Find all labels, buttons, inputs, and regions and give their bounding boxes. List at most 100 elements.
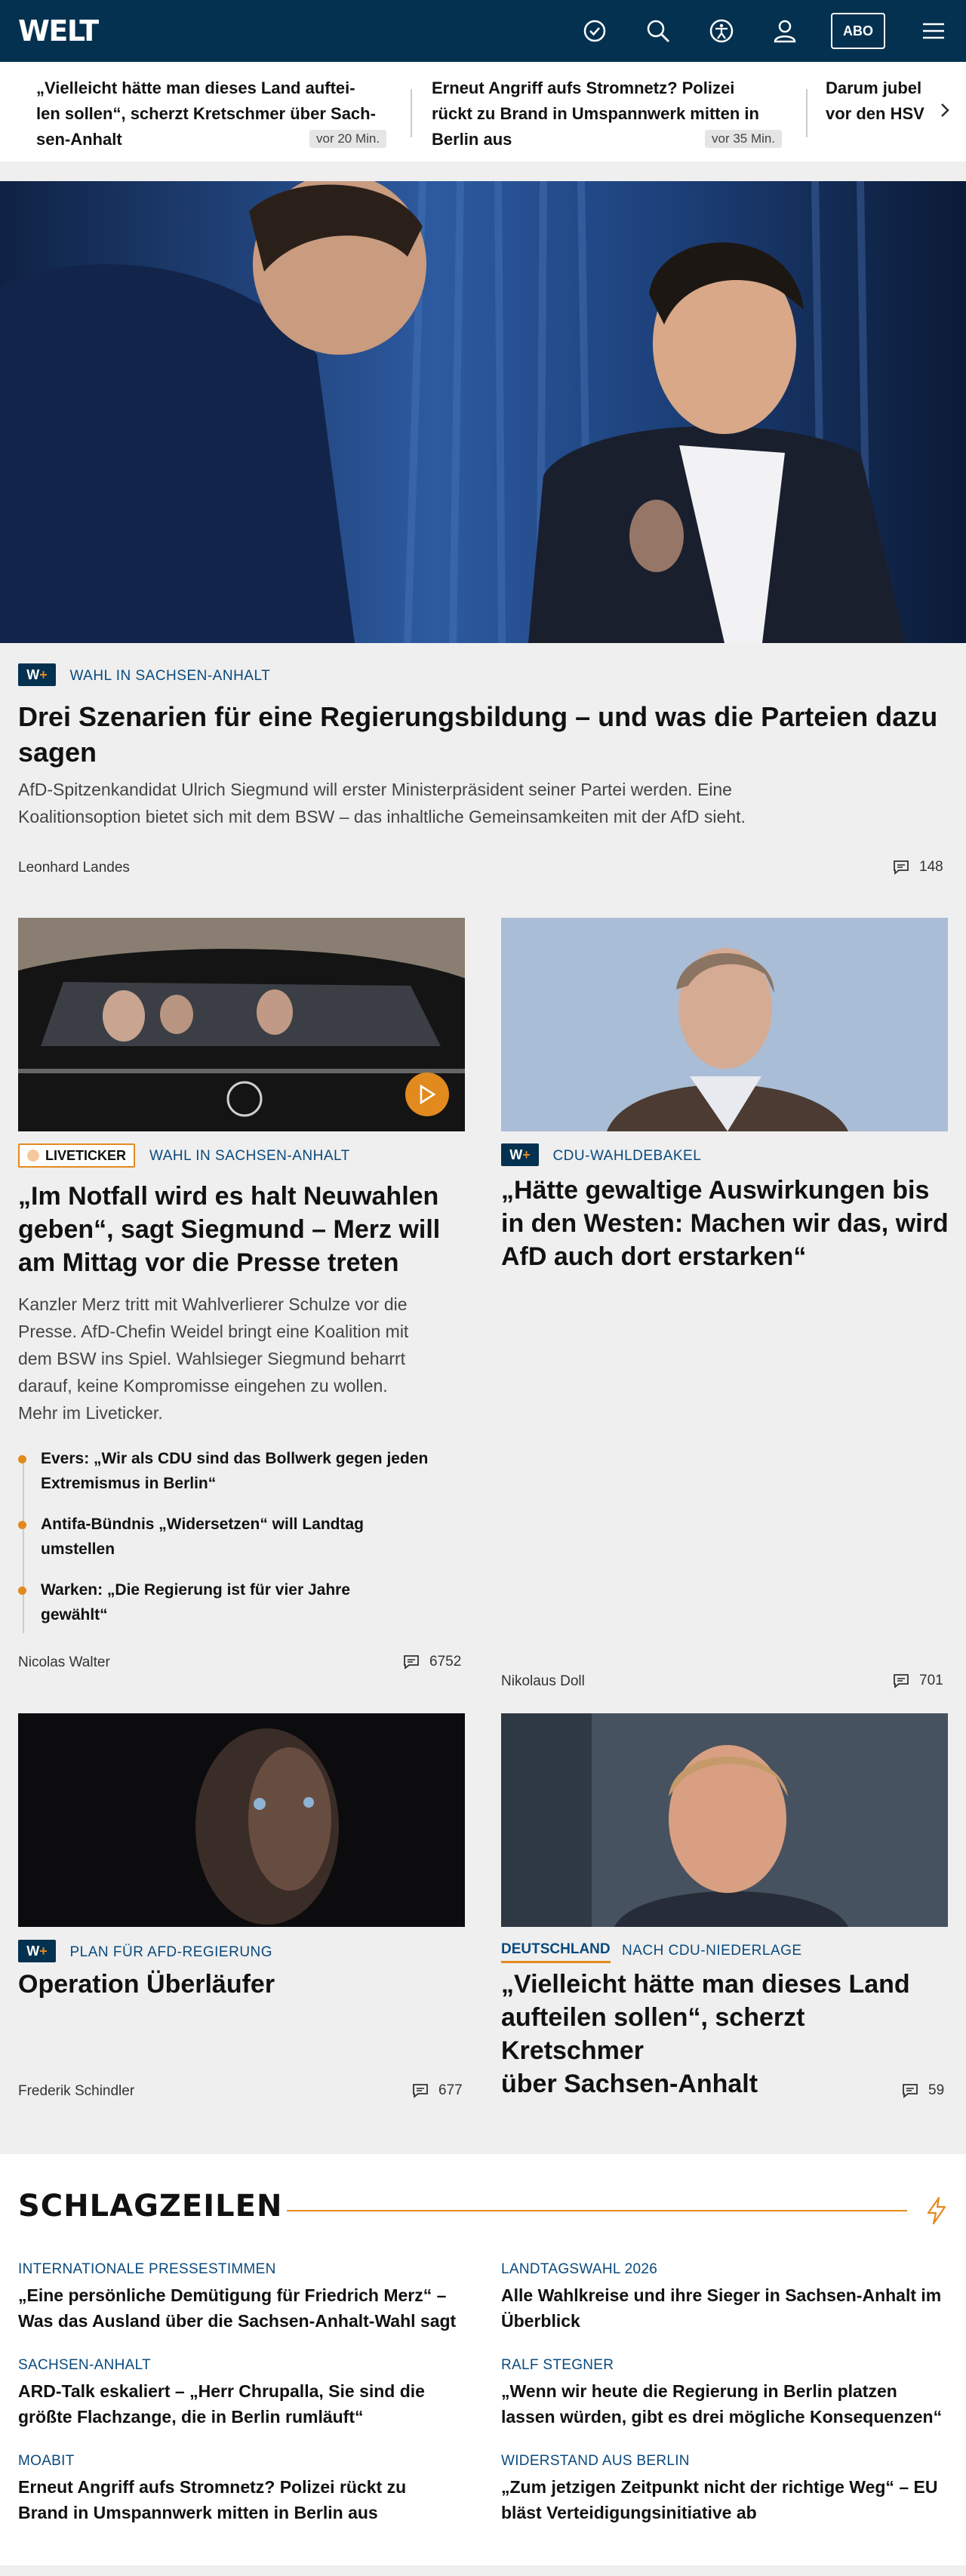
live-dot-icon	[27, 1150, 39, 1162]
card-comments[interactable]: 59	[901, 2082, 944, 2100]
ticker-line: Darum jubel	[826, 78, 922, 97]
hero-kicker-row: W+ WAHL IN SACHSEN-ANHALT	[18, 663, 270, 686]
ticker-divider	[806, 89, 808, 137]
card-kicker[interactable]: CDU-WAHLDEBAKEL	[552, 1148, 701, 1164]
headline-link[interactable]: „Wenn wir heute die Regierung in Berlin …	[501, 2378, 954, 2430]
liveticker-entry[interactable]: Evers: „Wir als CDU sind das Bollwerk ge…	[18, 1446, 471, 1496]
headline-line: „Zum jetzigen Zeitpunkt nicht der richti…	[501, 2477, 938, 2497]
headline-line: „Eine persönliche Demütigung für Friedri…	[18, 2285, 447, 2305]
card-headline[interactable]: „Hätte gewaltige Auswirkungen bis in den…	[501, 1174, 954, 1273]
comment-icon	[894, 860, 909, 875]
headline-line: am Mittag vor die Presse treten	[18, 1248, 399, 1277]
headline-link[interactable]: „Eine persönliche Demütigung für Friedri…	[18, 2282, 471, 2334]
entry-line: Antifa-Bündnis „Widersetzen“ will Landta…	[41, 1516, 364, 1533]
card-kicker[interactable]: WAHL IN SACHSEN-ANHALT	[149, 1148, 350, 1165]
comment-count: 6752	[429, 1654, 462, 1670]
play-video-icon[interactable]	[405, 1073, 449, 1116]
headline-link[interactable]: ARD-Talk eskaliert – „Herr Chrupalla, Si…	[18, 2378, 471, 2430]
headline-kicker[interactable]: RALF STEGNER	[501, 2357, 614, 2374]
card-kicker-row: W+ CDU-WAHLDEBAKEL	[501, 1143, 701, 1166]
comment-icon	[404, 1655, 419, 1670]
headline-line: geben“, sagt Siegmund – Merz will	[18, 1215, 441, 1244]
headline-line: sagen	[18, 737, 97, 768]
user-icon[interactable]	[771, 17, 799, 45]
welt-plus-badge: W+	[18, 663, 56, 686]
card-author[interactable]: Nicolas Walter	[18, 1654, 110, 1671]
hero-kicker[interactable]: WAHL IN SACHSEN-ANHALT	[69, 668, 270, 684]
headline-link[interactable]: Alle Wahlkreise und ihre Sieger in Sachs…	[501, 2282, 954, 2334]
kretschmer-article-image[interactable]	[501, 1713, 948, 1927]
liveticker-badge: LIVETICKER	[18, 1143, 136, 1168]
card-comments[interactable]: 677	[411, 2082, 463, 2100]
card-headline[interactable]: „Im Notfall wird es halt Neuwahlen geben…	[18, 1180, 471, 1279]
card-author[interactable]: Frederik Schindler	[18, 2083, 134, 2100]
news-ticker: „Vielleicht hätte man dieses Land auftei…	[0, 62, 966, 162]
section-label[interactable]: DEUTSCHLAND	[501, 1941, 611, 1963]
schlagzeilen-rule	[287, 2210, 907, 2211]
hero-image[interactable]	[0, 181, 966, 643]
site-header: WELT ABO	[0, 0, 966, 62]
comment-count: 677	[438, 2082, 463, 2098]
headline-line: größte Flachzange, die in Berlin rumläuf…	[18, 2407, 364, 2427]
search-icon[interactable]	[644, 17, 672, 45]
teaser-line: darauf, keine Kompromisse eingehen zu wo…	[18, 1376, 388, 1396]
headline-line: Alle Wahlkreise und ihre Sieger in Sachs…	[501, 2285, 942, 2305]
headline-line: ARD-Talk eskaliert – „Herr Chrupalla, Si…	[18, 2381, 425, 2401]
headline-line: über Sachsen-Anhalt	[501, 2070, 758, 2098]
hamburger-menu-icon[interactable]	[919, 17, 948, 45]
clock-check-icon[interactable]	[580, 17, 609, 45]
headline-kicker[interactable]: LANDTAGSWAHL 2026	[501, 2261, 657, 2278]
hero-author[interactable]: Leonhard Landes	[18, 860, 130, 876]
teaser-line: Kanzler Merz tritt mit Wahlverlierer Sch…	[18, 1294, 408, 1314]
liveticker-entry[interactable]: Warken: „Die Regierung ist für vier Jahr…	[18, 1577, 471, 1627]
operation-article-image[interactable]	[18, 1713, 465, 1927]
comment-icon	[903, 2084, 918, 2098]
card-teaser: Kanzler Merz tritt mit Wahlverlierer Sch…	[18, 1291, 471, 1426]
ticker-line: Erneut Angriff aufs Stromnetz? Polizei	[432, 78, 735, 97]
liveticker-image[interactable]	[18, 918, 465, 1131]
abo-button[interactable]: ABO	[831, 13, 885, 49]
card-kicker-row: W+ PLAN FÜR AFD-REGIERUNG	[18, 1940, 272, 1962]
headline-kicker[interactable]: INTERNATIONALE PRESSESTIMMEN	[18, 2261, 276, 2278]
headline-link[interactable]: Erneut Angriff aufs Stromnetz? Polizei r…	[18, 2474, 471, 2525]
card-headline[interactable]: „Vielleicht hätte man dieses Land auftei…	[501, 1968, 954, 2101]
ticker-item[interactable]: Darum jubel vor den HSV	[826, 75, 946, 127]
ticker-next-arrow-icon[interactable]	[930, 95, 960, 125]
doll-article-image[interactable]	[501, 918, 948, 1131]
hero-comments[interactable]: 148	[892, 858, 943, 876]
headline-line: „Im Notfall wird es halt Neuwahlen	[18, 1182, 439, 1211]
headline-line: AfD auch dort erstarken“	[501, 1242, 807, 1271]
welt-plus-badge: W+	[18, 1940, 56, 1962]
card-headline[interactable]: Operation Überläufer	[18, 1968, 471, 2001]
headline-line: in den Westen: Machen wir das, wird	[501, 1209, 949, 1238]
card-author[interactable]: Nikolaus Doll	[501, 1673, 585, 1690]
headline-line: Brand in Umspannwerk mitten in Berlin au…	[18, 2503, 378, 2522]
card-kicker[interactable]: PLAN FÜR AFD-REGIERUNG	[69, 1944, 272, 1960]
schlagzeilen-title: SCHLAGZEILEN	[18, 2189, 283, 2224]
hero-headline[interactable]: Drei Szenarien für eine Regierungsbildun…	[18, 699, 954, 770]
headline-line: aufteilen sollen“, scherzt Kretschmer	[501, 2003, 805, 2065]
card-kicker[interactable]: NACH CDU-NIEDERLAGE	[622, 1943, 802, 1959]
entry-line: umstellen	[41, 1540, 115, 1558]
lead-line: Koalitionsoption bietet sich mit dem BSW…	[18, 807, 746, 826]
schlagzeilen-section: SCHLAGZEILEN INTERNATIONALE PRESSESTIMME…	[0, 2154, 966, 2565]
accessibility-icon[interactable]	[707, 17, 736, 45]
headline-line: Was das Ausland über die Sachsen-Anhalt-…	[18, 2311, 457, 2331]
headline-line: lassen würden, gibt es drei mögliche Kon…	[501, 2407, 943, 2427]
ticker-line: rückt zu Brand in Umspannwerk mitten in	[432, 104, 759, 123]
liveticker-entry[interactable]: Antifa-Bündnis „Widersetzen“ will Landta…	[18, 1512, 471, 1562]
headline-line: bläst Verteidigungsinitiative ab	[501, 2503, 757, 2522]
welt-logo[interactable]: WELT	[18, 15, 99, 47]
ticker-timestamp: vor 35 Min.	[705, 130, 783, 148]
headline-kicker[interactable]: SACHSEN-ANHALT	[18, 2357, 151, 2374]
bullet-dot-icon	[18, 1521, 26, 1529]
card-comments[interactable]: 701	[892, 1672, 943, 1690]
headline-kicker[interactable]: WIDERSTAND AUS BERLIN	[501, 2453, 690, 2470]
card-comments[interactable]: 6752	[402, 1653, 461, 1671]
bullet-dot-icon	[18, 1587, 26, 1595]
lightning-bolt-icon	[927, 2196, 946, 2225]
headline-line: Überblick	[501, 2311, 580, 2331]
headline-kicker[interactable]: MOABIT	[18, 2453, 75, 2470]
headline-link[interactable]: „Zum jetzigen Zeitpunkt nicht der richti…	[501, 2474, 954, 2525]
bullet-dot-icon	[18, 1455, 26, 1463]
